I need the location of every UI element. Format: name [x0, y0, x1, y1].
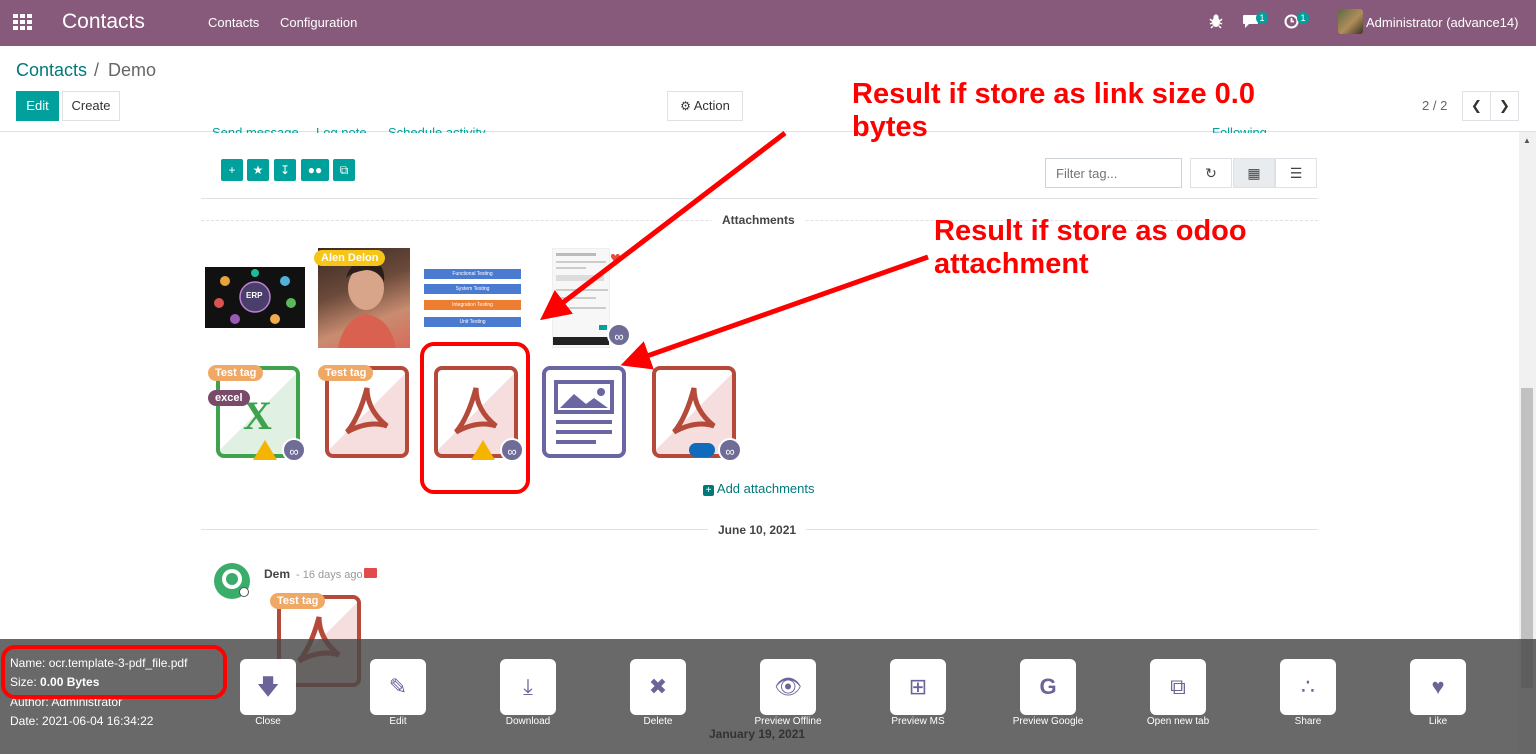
- preview-download-button[interactable]: ⤓: [500, 659, 556, 715]
- windows-icon: ⊞: [908, 674, 928, 699]
- preview-delete-button[interactable]: ✖: [630, 659, 686, 715]
- preview-offline-label: Preview Offline: [754, 716, 822, 727]
- date-value: 2021-06-04 16:34:22: [42, 714, 154, 728]
- google-icon: G: [1039, 674, 1057, 699]
- preview-ms-button[interactable]: ⊞: [890, 659, 946, 715]
- download-label: Download: [505, 716, 551, 727]
- like-label: Like: [1428, 716, 1448, 727]
- share-label: Share: [1294, 716, 1322, 727]
- arrow-to-odoo-attachment: [620, 254, 929, 370]
- date-separator-2: January 19, 2021: [709, 727, 806, 741]
- preview-close-button[interactable]: 🡇: [240, 659, 296, 715]
- preview-google-label: Preview Google: [1012, 716, 1084, 727]
- times-icon: ✖: [648, 674, 668, 699]
- preview-edit-button[interactable]: ✎: [370, 659, 426, 715]
- heart-icon: ♥: [1431, 674, 1445, 699]
- edit-icon: ✎: [388, 674, 408, 699]
- external-link-icon: ⧉: [1170, 674, 1186, 699]
- delete-label: Delete: [643, 716, 673, 727]
- arrow-down-icon: 🡇: [256, 674, 280, 699]
- download-icon: ⤓: [523, 674, 533, 699]
- arrow-to-link-pdf: [540, 131, 787, 321]
- preview-google-button[interactable]: G: [1020, 659, 1076, 715]
- share-button[interactable]: ∴: [1280, 659, 1336, 715]
- open-new-tab-label: Open new tab: [1146, 716, 1210, 727]
- open-new-tab-button[interactable]: ⧉: [1150, 659, 1206, 715]
- preview-ms-label: Preview MS: [891, 716, 945, 727]
- eye-icon: 👁: [774, 674, 802, 699]
- share-icon: ∴: [1301, 674, 1315, 699]
- date-label: Date:: [10, 714, 39, 728]
- edit-label: Edit: [389, 716, 407, 727]
- close-label: Close: [255, 716, 281, 727]
- like-button[interactable]: ♥: [1410, 659, 1466, 715]
- highlight-size-box: [1, 645, 227, 699]
- preview-date: Date: 2021-06-04 16:34:22: [10, 714, 153, 728]
- preview-offline-button[interactable]: 👁: [760, 659, 816, 715]
